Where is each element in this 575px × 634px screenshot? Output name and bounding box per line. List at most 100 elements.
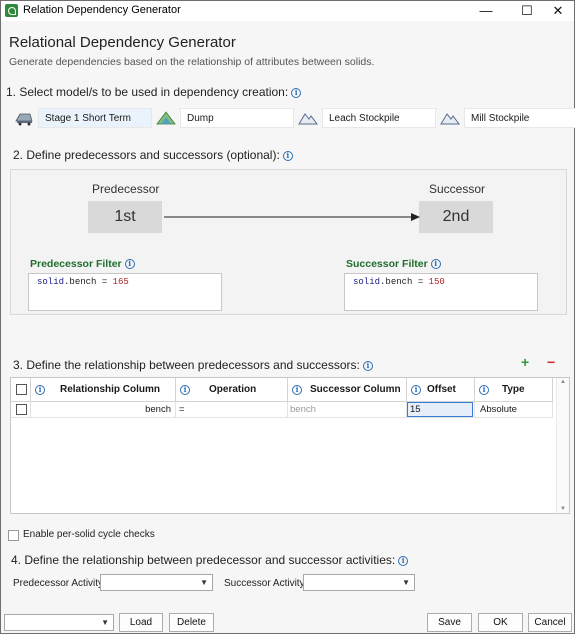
step1-heading: 1. Select model/s to be used in dependen…: [6, 85, 302, 99]
cell-type[interactable]: Absolute: [475, 402, 553, 418]
successor-label: Successor: [429, 182, 486, 196]
step2-heading: 2. Define predecessors and successors (o…: [13, 148, 293, 162]
window-title: Relation Dependency Generator: [23, 4, 181, 16]
scroll-down-icon[interactable]: ▼: [560, 506, 566, 512]
step2-label: 2. Define predecessors and successors (o…: [13, 148, 280, 162]
chevron-down-icon: ▼: [402, 578, 410, 587]
row-checkbox[interactable]: [16, 404, 27, 415]
info-icon[interactable]: i: [291, 88, 302, 98]
chevron-down-icon: ▼: [101, 618, 109, 627]
info-icon[interactable]: i: [398, 556, 409, 566]
successor-node[interactable]: 2nd: [419, 201, 493, 233]
predecessor-filter-editor[interactable]: solid.bench = 165: [28, 273, 222, 311]
title-bar: Relation Dependency Generator — ☐ ✕: [1, 1, 574, 21]
select-all-checkbox[interactable]: [16, 384, 27, 395]
column-title: Type: [502, 384, 525, 395]
model-label: Leach Stockpile: [322, 108, 436, 128]
info-icon[interactable]: i: [292, 385, 302, 395]
cycle-check-label: Enable per-solid cycle checks: [23, 529, 155, 540]
table-scrollbar[interactable]: ▲ ▼: [556, 378, 569, 513]
column-title: Operation: [209, 384, 257, 395]
filter-object: solid: [353, 277, 381, 287]
filter-operator: =: [96, 277, 113, 287]
column-title: Offset: [427, 384, 456, 395]
successor-filter-title: Successor Filter i: [346, 258, 441, 270]
load-button[interactable]: Load: [119, 613, 163, 632]
header-operation[interactable]: i Operation: [176, 378, 288, 402]
step1-label: 1. Select model/s to be used in dependen…: [6, 85, 289, 99]
model-leach-stockpile[interactable]: Leach Stockpile: [298, 108, 436, 128]
app-icon: [5, 4, 18, 17]
predecessor-label: Predecessor: [92, 182, 160, 196]
filter-operator: =: [412, 277, 429, 287]
step4-label: 4. Define the relationship between prede…: [11, 553, 396, 567]
info-icon[interactable]: i: [282, 151, 293, 161]
page-subtitle: Generate dependencies based on the relat…: [9, 56, 375, 68]
dialog-window: Relation Dependency Generator — ☐ ✕ Rela…: [0, 0, 575, 634]
info-icon[interactable]: i: [124, 259, 135, 269]
predecessor-node[interactable]: 1st: [88, 201, 162, 233]
info-icon[interactable]: i: [430, 259, 441, 269]
save-button[interactable]: Save: [427, 613, 472, 632]
successor-activity-label: Successor Activity: [224, 578, 305, 589]
model-mill-stockpile[interactable]: Mill Stockpile: [440, 108, 575, 128]
successor-filter-editor[interactable]: solid.bench = 150: [344, 273, 538, 311]
model-dump[interactable]: Dump: [156, 108, 294, 128]
offset-input[interactable]: 15: [407, 402, 473, 417]
predecessor-successor-panel: Predecessor Successor 1st 2nd Predecesso…: [10, 169, 567, 315]
header-successor-column[interactable]: i Successor Column: [288, 378, 407, 402]
info-icon[interactable]: i: [180, 385, 190, 395]
step3-heading: 3. Define the relationship between prede…: [13, 358, 373, 372]
ok-button[interactable]: OK: [478, 613, 523, 632]
preset-dropdown[interactable]: ▼: [4, 614, 114, 631]
header-offset[interactable]: i Offset: [407, 378, 475, 402]
column-title: Successor Column: [310, 384, 401, 395]
cycle-check-checkbox[interactable]: [8, 530, 19, 541]
info-icon[interactable]: i: [35, 385, 45, 395]
dependency-arrow: [164, 213, 420, 221]
step3-label: 3. Define the relationship between prede…: [13, 358, 360, 372]
info-icon[interactable]: i: [479, 385, 489, 395]
mountain-outline-icon: [440, 113, 460, 125]
cell-operation[interactable]: =: [176, 402, 288, 418]
successor-activity-dropdown[interactable]: ▼: [303, 574, 415, 591]
remove-row-button[interactable]: −: [547, 354, 555, 370]
header-relationship-column[interactable]: i Relationship Column: [31, 378, 176, 402]
minimize-button[interactable]: —: [470, 1, 502, 21]
filter-object: solid: [37, 277, 65, 287]
header-select-all: [11, 378, 31, 402]
relationship-table: i Relationship Column i Operation i Succ…: [10, 377, 570, 514]
cancel-button[interactable]: Cancel: [528, 613, 572, 632]
filter-field: .bench: [380, 277, 413, 287]
dump-pile-icon: [156, 111, 176, 125]
predecessor-filter-title-text: Predecessor Filter: [30, 258, 122, 270]
close-button[interactable]: ✕: [542, 1, 574, 21]
add-row-button[interactable]: +: [521, 354, 529, 370]
cell-successor-column[interactable]: bench: [288, 402, 407, 418]
predecessor-filter-title: Predecessor Filter i: [30, 258, 135, 270]
predecessor-activity-dropdown[interactable]: ▼: [100, 574, 213, 591]
successor-filter-title-text: Successor Filter: [346, 258, 428, 270]
model-stage1-short-term[interactable]: Stage 1 Short Term: [14, 108, 152, 128]
chevron-down-icon: ▼: [200, 578, 208, 587]
mountain-outline-icon: [298, 113, 318, 125]
scroll-up-icon[interactable]: ▲: [560, 379, 566, 385]
filter-field: .bench: [64, 277, 97, 287]
model-label: Mill Stockpile: [464, 108, 575, 128]
page-title: Relational Dependency Generator: [9, 34, 236, 51]
maximize-button[interactable]: ☐: [511, 1, 543, 21]
column-title: Relationship Column: [60, 384, 160, 395]
header-type[interactable]: i Type: [475, 378, 553, 402]
cell-relationship-column[interactable]: bench: [31, 402, 176, 418]
table-row: [11, 402, 31, 418]
model-label: Stage 1 Short Term: [38, 108, 152, 128]
delete-button[interactable]: Delete: [169, 613, 214, 632]
filter-value: 150: [428, 277, 445, 287]
filter-value: 165: [112, 277, 129, 287]
cell-offset[interactable]: 15: [407, 402, 475, 418]
model-label: Dump: [180, 108, 294, 128]
mining-truck-icon: [15, 113, 33, 126]
predecessor-activity-label: Predecessor Activity: [13, 578, 104, 589]
info-icon[interactable]: i: [362, 361, 373, 371]
info-icon[interactable]: i: [411, 385, 421, 395]
